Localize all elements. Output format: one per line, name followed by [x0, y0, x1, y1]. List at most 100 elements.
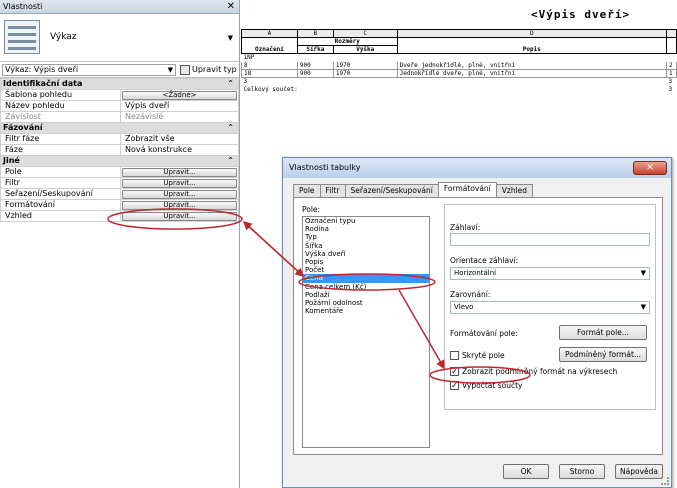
alignment-select[interactable]: Vlevo ▼	[450, 301, 650, 314]
list-item[interactable]: Cena celkem (Kč)	[303, 283, 429, 291]
group-row: 1NP	[243, 54, 255, 62]
instance-selector-value: Výkaz: Výpis dveří	[5, 64, 79, 74]
property-label: Filtr	[0, 177, 121, 189]
property-row: Fáze Nová konstrukce	[0, 144, 239, 156]
edit-button[interactable]: Upravit...	[122, 189, 237, 199]
header-cell: Označení	[241, 37, 298, 54]
orientation-label: Orientace záhlaví:	[450, 256, 519, 265]
group-header: Rozměry	[296, 37, 398, 46]
hidden-field-label: Skryté pole	[462, 351, 505, 360]
property-value[interactable]: Výpis dveří	[120, 100, 239, 112]
instance-selector[interactable]: Výkaz: Výpis dveří ▼	[2, 63, 176, 76]
calculate-totals-label: Vypočtat součty	[462, 381, 523, 390]
ok-button[interactable]: OK	[503, 464, 549, 479]
property-value-cell: <Žádné>	[120, 89, 239, 101]
cell: 2	[665, 61, 677, 70]
property-value[interactable]: Nová konstrukce	[120, 144, 239, 156]
properties-title-bar: Vlastnosti ✕	[0, 0, 239, 14]
property-label: Šablona pohledu	[0, 89, 121, 101]
tab-filter[interactable]: Filtr	[319, 184, 346, 197]
list-item[interactable]: Požární odolnost	[303, 299, 429, 307]
list-item[interactable]: Cena	[303, 274, 429, 283]
column-letter: B	[296, 29, 334, 38]
checkmark-icon: ✓	[450, 367, 459, 376]
properties-title: Vlastnosti	[3, 2, 43, 11]
property-value[interactable]: Zobrazit vše	[120, 133, 239, 145]
conditional-format-button[interactable]: Podmíněný formát...	[559, 347, 647, 362]
edit-type-button[interactable]: Upravit typ	[180, 64, 237, 75]
list-item[interactable]: Označení typu	[303, 217, 429, 225]
group-name: Fázování ⌃	[0, 122, 239, 134]
cell: 18	[241, 69, 298, 78]
orientation-value: Horizontální	[454, 269, 497, 277]
cell: 900	[296, 69, 334, 78]
property-value-cell: Upravit...	[120, 166, 239, 178]
subtotal: 3	[243, 78, 248, 86]
list-item[interactable]: Počet	[303, 266, 429, 274]
list-item[interactable]: Podlaží	[303, 291, 429, 299]
field-format-button[interactable]: Formát pole...	[559, 325, 647, 340]
close-button[interactable]: ✕	[633, 161, 667, 175]
collapse-icon[interactable]: ⌃	[227, 123, 234, 133]
fields-label: Pole:	[302, 205, 321, 214]
property-label: Fáze	[0, 144, 121, 156]
tab-formatting[interactable]: Formátování	[437, 182, 497, 197]
dialog-title-bar: Vlastnosti tabulky ✕	[283, 158, 671, 178]
property-label: Závislost	[0, 111, 121, 123]
group-label: Fázování	[3, 123, 43, 132]
heading-field[interactable]	[450, 233, 650, 246]
property-group-header[interactable]: Identifikační data ⌃	[0, 78, 239, 90]
property-group-header[interactable]: Fázování ⌃	[0, 122, 239, 134]
table-row: 8 900 1970 Dveře jednokřídlé, plné, vnit…	[241, 61, 677, 70]
properties-panel: Vlastnosti ✕ Výkaz ▼ Výkaz: Výpis dveří …	[0, 0, 240, 488]
property-value-cell: Upravit...	[120, 177, 239, 189]
edit-button[interactable]: Upravit...	[122, 178, 237, 188]
cell: 8	[241, 61, 298, 70]
properties-table: Identifikační data ⌃ Šablona pohledu <Žádné…	[0, 78, 239, 222]
dialog-tabs: Pole Filtr Seřazení/Seskupování Formátování…	[293, 182, 534, 197]
resize-grip-icon[interactable]	[661, 477, 669, 485]
cell: 1	[665, 69, 677, 78]
help-button[interactable]: Nápověda	[615, 464, 663, 479]
property-value: Nezávislé	[120, 111, 239, 123]
calculate-totals-checkbox[interactable]: ✓ Vypočtat součty	[450, 381, 522, 390]
header-cell	[665, 37, 677, 54]
edit-button[interactable]: Upravit...	[122, 211, 237, 221]
tab-sorting[interactable]: Seřazení/Seskupování	[344, 184, 439, 197]
schedule-icon	[4, 20, 40, 54]
type-selector[interactable]: Výkaz ▼	[0, 14, 239, 62]
edit-button[interactable]: Upravit...	[122, 167, 237, 177]
cancel-button[interactable]: Storno	[559, 464, 605, 479]
property-label: Seřazení/Seskupování	[0, 188, 121, 200]
hidden-field-checkbox[interactable]: Skryté pole	[450, 351, 505, 360]
table-row: 18 900 1970 Jednokřídlé dveře, plné, vni…	[241, 69, 677, 78]
list-item[interactable]: Popis	[303, 258, 429, 266]
column-letter: C	[332, 29, 398, 38]
list-item[interactable]: Typ	[303, 233, 429, 241]
property-group-header[interactable]: Jiné ⌃	[0, 155, 239, 167]
chevron-down-icon[interactable]: ▼	[228, 34, 233, 42]
list-item[interactable]: Šířka	[303, 242, 429, 250]
close-icon[interactable]: ✕	[227, 0, 235, 14]
list-item[interactable]: Rodina	[303, 225, 429, 233]
property-row: Formátování Upravit...	[0, 199, 239, 211]
edit-type-icon	[180, 64, 190, 75]
collapse-icon[interactable]: ⌃	[227, 79, 234, 89]
fields-list[interactable]: Označení typu Rodina Typ Šířka Výška dveří Po…	[302, 216, 430, 448]
list-item[interactable]: Komentáře	[303, 307, 429, 315]
list-item[interactable]: Výška dveří	[303, 250, 429, 258]
grand-total-label: Celkový součet:	[243, 86, 298, 93]
orientation-select[interactable]: Horizontální ▼	[450, 267, 650, 280]
collapse-icon[interactable]: ⌃	[227, 156, 234, 166]
show-conditional-checkbox[interactable]: ✓ Zobrazit podmíněný formát na výkresech	[450, 367, 617, 376]
tab-fields[interactable]: Pole	[293, 184, 321, 197]
subtotal-count: 3	[668, 78, 673, 86]
edit-button[interactable]: <Žádné>	[122, 90, 237, 100]
property-row: Seřazení/Seskupování Upravit...	[0, 188, 239, 200]
edit-button[interactable]: Upravit...	[122, 200, 237, 210]
cell: Dveře jednokřídlé, plné, vnitřní	[396, 61, 667, 70]
property-label: Formátování	[0, 199, 121, 211]
column-letter	[665, 29, 677, 38]
tab-appearance[interactable]: Vzhled	[495, 184, 534, 197]
alignment-value: Vlevo	[454, 303, 474, 311]
